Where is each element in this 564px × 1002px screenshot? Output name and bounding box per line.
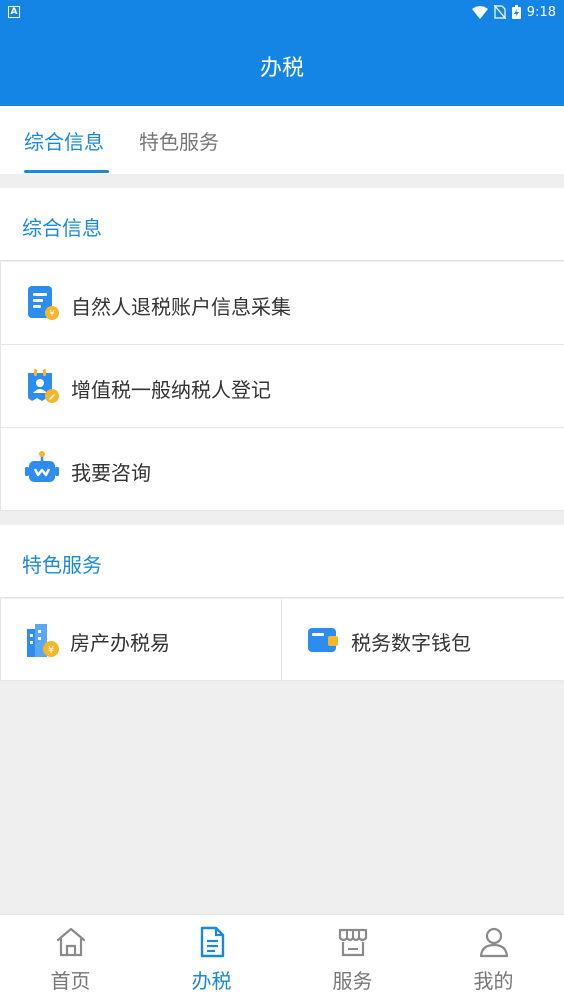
list-item-vat-register[interactable]: 增值税一般纳税人登记: [0, 345, 564, 428]
home-icon: [56, 927, 85, 957]
property-tax-icon: ¥: [27, 624, 59, 657]
tab-general-info[interactable]: 综合信息: [24, 126, 104, 155]
list-item-consult[interactable]: 我要咨询: [0, 428, 564, 511]
grid-item-property-tax[interactable]: ¥ 房产办税易: [0, 599, 282, 681]
nav-mine[interactable]: 我的: [423, 915, 564, 1002]
nav-label: 办税: [191, 969, 232, 993]
page-title: 办税: [259, 56, 304, 81]
section-header-featured: 特色服务: [0, 525, 564, 598]
status-time: 9:18: [526, 4, 556, 20]
nav-tax[interactable]: 办税: [141, 915, 282, 1002]
store-icon: [338, 928, 367, 957]
notification-a-icon: A: [8, 6, 20, 18]
wifi-icon: [471, 5, 488, 19]
grid-item-label: 房产办税易: [70, 631, 170, 655]
digital-wallet-icon: [308, 628, 338, 652]
section-title-general: 综合信息: [22, 216, 102, 240]
taxpayer-register-icon: [28, 369, 59, 403]
section-header-general: 综合信息: [0, 188, 564, 261]
svg-text:¥: ¥: [48, 645, 54, 656]
document-icon: [200, 926, 224, 958]
status-bar: A 9:18: [0, 0, 564, 24]
svg-text:¥: ¥: [49, 309, 54, 318]
list-item-refund-account[interactable]: ¥ 自然人退税账户信息采集: [0, 262, 564, 345]
list-item-label: 自然人退税账户信息采集: [71, 295, 291, 319]
tab-featured-services[interactable]: 特色服务: [139, 126, 219, 155]
grid-item-label: 税务数字钱包: [351, 631, 471, 655]
robot-consult-icon: [25, 451, 59, 482]
nav-services[interactable]: 服务: [282, 915, 423, 1002]
nav-home[interactable]: 首页: [0, 915, 141, 1002]
tab-indicator: [24, 170, 109, 173]
no-sim-icon: [493, 5, 506, 19]
grid-item-digital-wallet[interactable]: 税务数字钱包: [282, 599, 564, 681]
status-icons: 9:18: [471, 3, 556, 21]
nav-label: 服务: [332, 969, 373, 993]
bottom-navigation: 首页 办税 服务 我的: [0, 914, 564, 1002]
nav-label: 首页: [50, 969, 91, 993]
section-title-featured: 特色服务: [22, 553, 102, 577]
list-item-label: 增值税一般纳税人登记: [71, 378, 271, 402]
battery-icon: [511, 5, 521, 19]
tax-refund-form-icon: ¥: [28, 286, 59, 320]
app-bar: 办税: [0, 24, 564, 106]
tab-bar: 综合信息 特色服务: [0, 106, 564, 174]
user-icon: [479, 927, 508, 958]
list-item-label: 我要咨询: [71, 461, 151, 485]
nav-label: 我的: [473, 969, 514, 993]
